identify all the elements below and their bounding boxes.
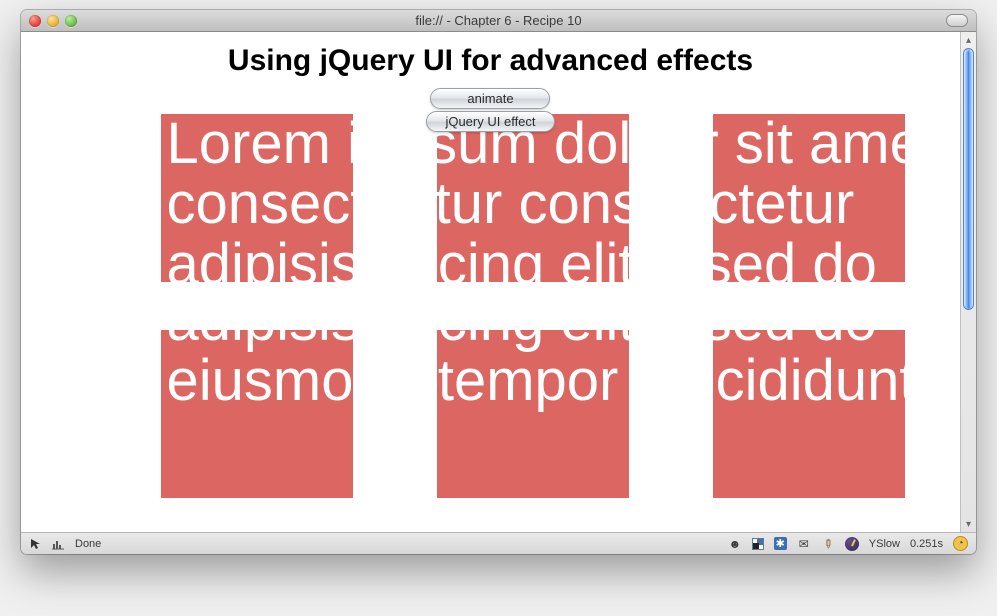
explode-piece: Lorem ipsum dolor sit amet, consectetur …: [437, 114, 629, 282]
browser-window: file:// - Chapter 6 - Recipe 10 Using jQ…: [21, 10, 976, 554]
scroll-down-arrow-icon[interactable]: ▾: [961, 516, 976, 532]
close-window-button[interactable]: [29, 15, 41, 27]
minimize-window-button[interactable]: [47, 15, 59, 27]
explode-piece: Lorem ipsum dolor sit amet, consectetur …: [713, 114, 905, 282]
scroll-thumb[interactable]: [963, 48, 974, 310]
statusbar: Done ☻ ✱ ✉ ✎ YSlow 0.251s ◔: [21, 532, 976, 554]
window-title: file:// - Chapter 6 - Recipe 10: [21, 13, 976, 28]
scroll-up-arrow-icon[interactable]: ▴: [961, 32, 976, 48]
smiley-icon[interactable]: ☻: [728, 537, 742, 551]
explode-piece: Lorem ipsum dolor sit amet, consectetur …: [161, 330, 353, 498]
explode-piece: Lorem ipsum dolor sit amet, consectetur …: [161, 114, 353, 282]
explode-piece-text: Lorem ipsum dolor sit amet, consectetur …: [161, 114, 353, 282]
greasemonkey-icon[interactable]: ◔: [953, 536, 968, 551]
explode-piece-text: Lorem ipsum dolor sit amet, consectetur …: [713, 114, 905, 282]
yslow-gauge-icon[interactable]: [845, 537, 859, 551]
button-stack: animate jQuery UI effect: [426, 88, 554, 132]
mail-icon[interactable]: ✉: [797, 537, 811, 551]
delicious-icon[interactable]: [752, 538, 764, 550]
snowflake-icon[interactable]: ✱: [774, 537, 787, 550]
page-load-timing: 0.251s: [910, 538, 943, 550]
explode-piece-text: Lorem ipsum dolor sit amet, consectetur …: [713, 330, 905, 411]
inspect-pointer-icon[interactable]: [29, 537, 43, 551]
vertical-scrollbar[interactable]: ▴ ▾: [960, 32, 976, 532]
page-heading: Using jQuery UI for advanced effects: [21, 44, 960, 78]
animate-button[interactable]: animate: [430, 88, 550, 109]
explode-piece-text: Lorem ipsum dolor sit amet, consectetur …: [161, 330, 353, 411]
explode-piece: Lorem ipsum dolor sit amet, consectetur …: [713, 330, 905, 498]
content-row: Using jQuery UI for advanced effects ani…: [21, 32, 976, 532]
page-viewport: Using jQuery UI for advanced effects ani…: [21, 32, 960, 532]
network-chart-icon[interactable]: [51, 537, 65, 551]
scroll-track[interactable]: [963, 48, 974, 516]
effect-button[interactable]: jQuery UI effect: [426, 111, 554, 132]
status-text: Done: [75, 538, 101, 550]
titlebar[interactable]: file:// - Chapter 6 - Recipe 10: [21, 10, 976, 32]
traffic-lights: [21, 15, 77, 27]
explode-piece-text: Lorem ipsum dolor sit amet, consectetur …: [437, 114, 629, 282]
pencil-icon[interactable]: ✎: [818, 534, 838, 554]
zoom-window-button[interactable]: [65, 15, 77, 27]
status-left-tools: [29, 537, 65, 551]
status-right-tools: ☻ ✱ ✉ ✎ YSlow 0.251s ◔: [728, 536, 968, 551]
page: Using jQuery UI for advanced effects ani…: [21, 32, 960, 532]
explode-piece-text: Lorem ipsum dolor sit amet, consectetur …: [437, 330, 629, 411]
explode-piece: Lorem ipsum dolor sit amet, consectetur …: [437, 330, 629, 498]
explode-effect-container: Lorem ipsum dolor sit amet, consectetur …: [111, 114, 871, 532]
yslow-label[interactable]: YSlow: [869, 538, 900, 550]
toolbar-toggle-button[interactable]: [946, 14, 968, 27]
